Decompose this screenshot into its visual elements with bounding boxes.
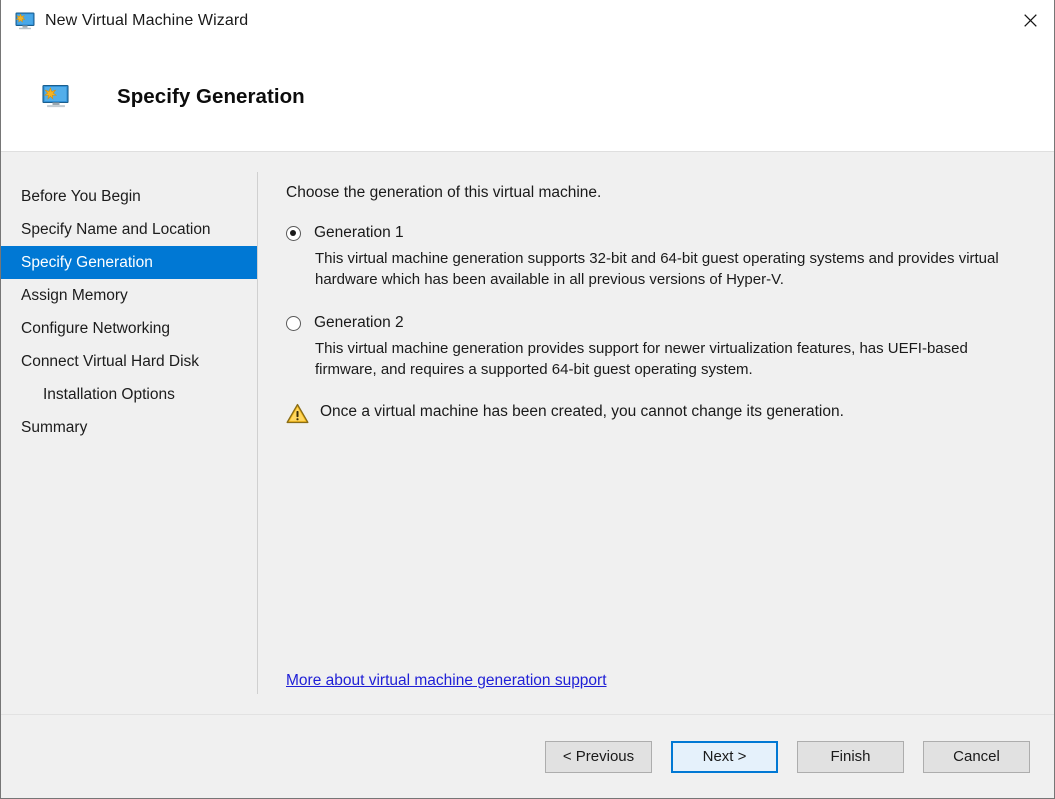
sidebar-item-label: Summary [21,418,88,436]
generation-1-row[interactable]: Generation 1 [286,220,1030,246]
page-title: Specify Generation [117,84,305,108]
title-bar: New Virtual Machine Wizard [1,0,1054,42]
generation-1-option-block: Generation 1 This virtual machine genera… [286,220,1030,290]
more-about-generation-support-link[interactable]: More about virtual machine generation su… [286,672,607,690]
warning-text: Once a virtual machine has been created,… [320,403,844,420]
sidebar-item-label: Specify Generation [21,253,153,271]
virtual-machine-icon [41,84,71,110]
cancel-button[interactable]: Cancel [923,740,1030,773]
sidebar-item-label: Configure Networking [21,319,171,337]
virtual-machine-icon [14,10,36,32]
sidebar-item-specify-name-and-location[interactable]: Specify Name and Location [1,213,257,246]
warning-triangle-icon [286,403,309,424]
next-button[interactable]: Next > [671,740,778,773]
generation-2-row[interactable]: Generation 2 [286,310,1030,336]
new-virtual-machine-wizard-window: New Virtual Machine Wizard Specify Gener… [0,0,1055,799]
generation-1-label: Generation 1 [314,224,404,241]
sidebar-item-summary[interactable]: Summary [1,411,257,444]
previous-button[interactable]: < Previous [545,740,652,773]
sidebar-item-label: Before You Begin [21,187,141,205]
sidebar-item-configure-networking[interactable]: Configure Networking [1,312,257,345]
page-header: Specify Generation [1,42,1054,152]
wizard-body: Before You Begin Specify Name and Locati… [1,152,1054,714]
generation-2-description: This virtual machine generation provides… [315,340,968,378]
wizard-content-pane: Choose the generation of this virtual ma… [257,152,1054,714]
generation-2-option-block: Generation 2 This virtual machine genera… [286,310,1030,380]
instruction-text: Choose the generation of this virtual ma… [286,184,602,201]
sidebar-item-label: Assign Memory [21,286,128,304]
radio-generation-1[interactable] [286,225,301,241]
sidebar-item-assign-memory[interactable]: Assign Memory [1,279,257,312]
generation-1-description: This virtual machine generation supports… [315,250,999,288]
sidebar-item-specify-generation[interactable]: Specify Generation [1,246,257,279]
wizard-steps-sidebar: Before You Begin Specify Name and Locati… [1,152,258,714]
sidebar-item-label: Specify Name and Location [21,220,211,238]
generation-2-label: Generation 2 [314,314,404,331]
wizard-footer: < Previous Next > Finish Cancel [1,714,1054,798]
sidebar-item-label: Installation Options [43,385,175,403]
sidebar-item-installation-options[interactable]: Installation Options [1,378,257,411]
close-icon[interactable] [1007,0,1054,41]
warning-message: Once a virtual machine has been created,… [286,402,1030,424]
window-title: New Virtual Machine Wizard [45,12,249,29]
sidebar-item-before-you-begin[interactable]: Before You Begin [1,180,257,213]
radio-generation-2[interactable] [286,315,301,331]
sidebar-item-label: Connect Virtual Hard Disk [21,352,200,370]
finish-button[interactable]: Finish [797,740,904,773]
sidebar-item-connect-virtual-hard-disk[interactable]: Connect Virtual Hard Disk [1,345,257,378]
